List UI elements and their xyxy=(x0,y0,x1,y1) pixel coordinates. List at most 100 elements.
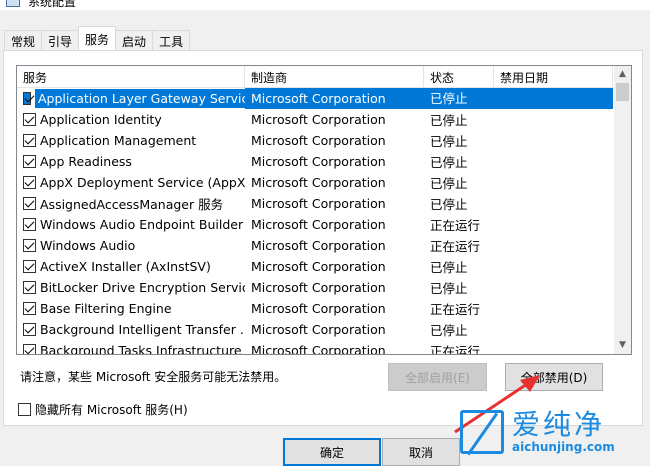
status-cell: 已停止 xyxy=(430,260,468,275)
tab-general[interactable]: 常规 xyxy=(4,30,43,50)
service-checkbox[interactable] xyxy=(23,281,36,294)
service-cell: App Readiness xyxy=(17,154,245,169)
service-checkbox[interactable] xyxy=(23,176,36,189)
status-cell: 已停止 xyxy=(430,134,468,149)
disable-all-button[interactable]: 全部禁用(D) xyxy=(505,363,603,391)
disabled-date-cell xyxy=(494,88,613,109)
tab-tools[interactable]: 工具 xyxy=(152,30,191,50)
service-checkbox[interactable] xyxy=(23,239,36,252)
service-cell: Application Identity xyxy=(17,112,245,127)
vendor-cell: Microsoft Corporation xyxy=(251,175,386,190)
service-checkbox[interactable] xyxy=(23,344,36,354)
table-row[interactable]: Background Tasks Infrastructure ... Micro… xyxy=(17,340,631,355)
table-row[interactable]: Windows Audio Microsoft Corporation 正在运行 xyxy=(17,235,631,256)
table-row[interactable]: Application Identity Microsoft Corporatio… xyxy=(17,109,631,130)
service-name: BitLocker Drive Encryption Service xyxy=(40,280,245,295)
column-service[interactable]: 服务 xyxy=(17,66,245,87)
cancel-button[interactable]: 取消 xyxy=(382,438,460,466)
service-cell: Windows Audio Endpoint Builder xyxy=(17,217,245,232)
tab-bar: 常规 引导 服务 启动 工具 xyxy=(4,26,191,50)
service-name: Windows Audio Endpoint Builder xyxy=(40,217,244,232)
service-cell: Base Filtering Engine xyxy=(17,301,245,316)
table-row[interactable]: BitLocker Drive Encryption Service Micros… xyxy=(17,277,631,298)
table-row[interactable]: AssignedAccessManager 服务 Microsoft Corpor… xyxy=(17,193,631,214)
service-cell: Background Intelligent Transfer ... xyxy=(17,322,245,337)
status-cell: 正在运行 xyxy=(430,218,481,233)
vendor-cell: Microsoft Corporation xyxy=(251,280,386,295)
service-cell: AssignedAccessManager 服务 xyxy=(17,194,245,213)
service-checkbox[interactable] xyxy=(23,260,36,273)
service-checkbox[interactable] xyxy=(23,323,36,336)
service-cell: Windows Audio xyxy=(17,238,245,253)
status-cell: 已停止 xyxy=(430,323,468,338)
status-cell: 正在运行 xyxy=(430,302,481,317)
scroll-up-icon[interactable]: ▲ xyxy=(614,66,631,83)
list-header: 服务 制造商 状态 禁用日期 xyxy=(17,66,631,88)
services-list[interactable]: 服务 制造商 状态 禁用日期 Application Layer Gateway… xyxy=(16,65,632,355)
service-checkbox[interactable] xyxy=(23,302,36,315)
table-row[interactable]: App Readiness Microsoft Corporation 已停止 xyxy=(17,151,631,172)
table-row[interactable]: Application Layer Gateway Service Microso… xyxy=(17,88,631,109)
service-checkbox[interactable] xyxy=(23,92,31,105)
column-disabled-date[interactable]: 禁用日期 xyxy=(494,66,613,87)
service-name: Base Filtering Engine xyxy=(40,301,172,316)
service-cell: Application Layer Gateway Service xyxy=(17,89,245,108)
service-name: App Readiness xyxy=(40,154,132,169)
status-cell: 已停止 xyxy=(430,197,468,212)
service-checkbox[interactable] xyxy=(23,155,36,168)
checkbox[interactable] xyxy=(18,403,31,416)
status-cell: 已停止 xyxy=(430,281,468,296)
table-row[interactable]: Windows Audio Endpoint Builder Microsoft … xyxy=(17,214,631,235)
service-cell: ActiveX Installer (AxInstSV) xyxy=(17,259,245,274)
scroll-down-icon[interactable]: ▼ xyxy=(614,337,631,354)
vendor-cell: Microsoft Corporation xyxy=(251,196,386,211)
service-name: ActiveX Installer (AxInstSV) xyxy=(40,259,211,274)
watermark-url: aichunjing.com xyxy=(512,440,615,454)
vendor-cell: Microsoft Corporation xyxy=(251,301,386,316)
table-row[interactable]: Background Intelligent Transfer ... Micro… xyxy=(17,319,631,340)
ok-button[interactable]: 确定 xyxy=(283,438,381,466)
title-bar: 系统配置 xyxy=(0,0,650,10)
warning-note: 请注意，某些 Microsoft 安全服务可能无法禁用。 xyxy=(20,370,287,384)
service-checkbox[interactable] xyxy=(23,113,36,126)
service-cell: BitLocker Drive Encryption Service xyxy=(17,280,245,295)
vendor-cell: Microsoft Corporation xyxy=(251,238,386,253)
tab-services[interactable]: 服务 xyxy=(78,26,117,50)
watermark-logo-icon xyxy=(460,410,504,454)
vendor-cell: Microsoft Corporation xyxy=(245,88,424,109)
tab-startup[interactable]: 启动 xyxy=(115,30,154,50)
vendor-cell: Microsoft Corporation xyxy=(251,259,386,274)
vendor-cell: Microsoft Corporation xyxy=(251,112,386,127)
vendor-cell: Microsoft Corporation xyxy=(251,217,386,232)
service-name: Application Layer Gateway Service xyxy=(35,89,245,108)
status-cell: 已停止 xyxy=(430,113,468,128)
status-cell: 已停止 xyxy=(430,155,468,170)
vendor-cell: Microsoft Corporation xyxy=(251,322,386,337)
service-name: Background Tasks Infrastructure ... xyxy=(40,343,245,355)
service-cell: AppX Deployment Service (AppX... xyxy=(17,175,245,190)
hide-ms-label: 隐藏所有 Microsoft 服务(H) xyxy=(35,403,188,417)
service-name: Windows Audio xyxy=(40,238,136,253)
table-row[interactable]: AppX Deployment Service (AppX... Microsof… xyxy=(17,172,631,193)
table-row[interactable]: ActiveX Installer (AxInstSV) Microsoft Co… xyxy=(17,256,631,277)
service-checkbox[interactable] xyxy=(23,197,36,210)
table-row[interactable]: Application Management Microsoft Corporat… xyxy=(17,130,631,151)
service-cell: Background Tasks Infrastructure ... xyxy=(17,343,245,355)
system-config-icon xyxy=(6,0,20,7)
column-vendor[interactable]: 制造商 xyxy=(245,66,424,87)
status-cell: 已停止 xyxy=(424,88,494,109)
service-checkbox[interactable] xyxy=(23,218,36,231)
tab-boot[interactable]: 引导 xyxy=(41,30,80,50)
enable-all-button[interactable]: 全部启用(E) xyxy=(388,363,487,391)
service-checkbox[interactable] xyxy=(23,134,36,147)
service-name: AssignedAccessManager 服务 xyxy=(40,197,224,212)
table-row[interactable]: Base Filtering Engine Microsoft Corporati… xyxy=(17,298,631,319)
column-status[interactable]: 状态 xyxy=(424,66,494,87)
watermark: 爱纯净 aichunjing.com xyxy=(460,410,615,454)
vertical-scrollbar[interactable]: ▲ ▼ xyxy=(614,66,631,354)
status-cell: 已停止 xyxy=(430,176,468,191)
status-cell: 正在运行 xyxy=(430,239,481,254)
hide-ms-services-checkbox[interactable]: 隐藏所有 Microsoft 服务(H) xyxy=(18,401,188,418)
service-cell: Application Management xyxy=(17,133,245,148)
scroll-thumb[interactable] xyxy=(616,83,629,101)
